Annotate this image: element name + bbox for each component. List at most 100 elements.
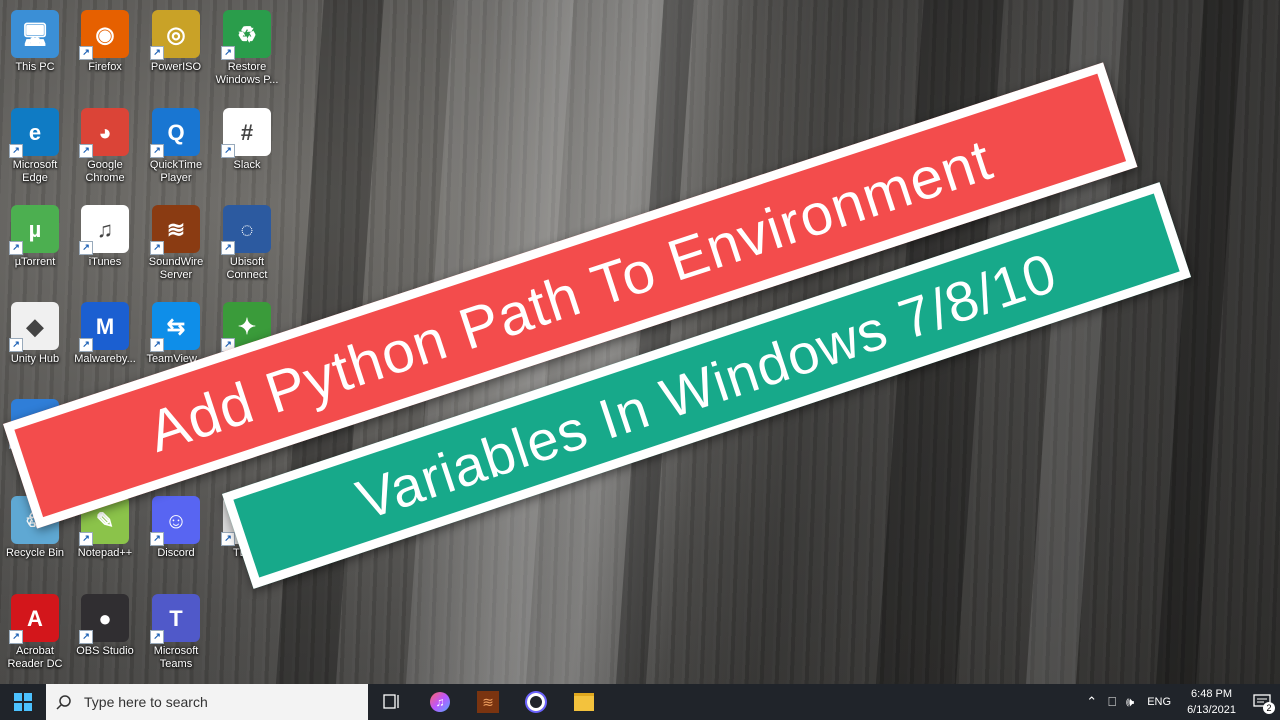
shortcut-arrow-icon: ↗ [150, 630, 164, 644]
start-button[interactable] [0, 684, 46, 720]
taskbar-file-explorer[interactable] [560, 684, 608, 720]
taskbar-itunes[interactable]: ♫ [416, 684, 464, 720]
desktop-icon-label: Recycle Bin [5, 547, 65, 559]
app-icon: ◆ ↗ [9, 302, 59, 352]
desktop-icon[interactable]: ◌ ↗ Ubisoft Connect [212, 199, 282, 295]
ubisoft-icon [527, 693, 545, 711]
app-icon: T ↗ [150, 594, 200, 644]
desktop-icon-label: Restore Windows P... [215, 61, 279, 86]
taskbar-soundwire[interactable]: ≋ [464, 684, 512, 720]
desktop-icon[interactable]: ≋ ↗ SoundWire Server [141, 199, 211, 295]
chevron-up-icon[interactable]: ⌃ [1080, 694, 1103, 710]
taskbar: Type here to search ♫ ≋ ⌃ ⎕ 🕪 ENG 6:48 P… [0, 684, 1280, 720]
desktop-icon-label: Unity Hub [10, 353, 60, 365]
folder-icon [574, 693, 594, 711]
desktop-icon[interactable]: ☺ ↗ Discord [141, 490, 211, 586]
desktop-icon[interactable]: ◉ ↗ Firefox [70, 4, 140, 100]
desktop-icon[interactable]: e ↗ Microsoft Edge [0, 102, 70, 198]
desktop-icon-label: This PC [15, 61, 55, 73]
app-icon: µ ↗ [9, 205, 59, 255]
desktop-icon[interactable]: # ↗ Slack [212, 102, 282, 198]
app-icon: e ↗ [9, 108, 59, 158]
network-icon[interactable]: ⎕ [1103, 694, 1121, 710]
shortcut-arrow-icon: ↗ [79, 144, 93, 158]
app-icon: M ↗ [79, 302, 129, 352]
app-icon: ◎ ↗ [150, 10, 200, 60]
shortcut-arrow-icon: ↗ [150, 338, 164, 352]
shortcut-arrow-icon: ↗ [221, 241, 235, 255]
language-indicator[interactable]: ENG [1139, 696, 1179, 708]
app-icon: ♫ ↗ [79, 205, 129, 255]
shortcut-arrow-icon: ↗ [79, 338, 93, 352]
app-icon: ☺ ↗ [150, 496, 200, 546]
app-icon: 🖥 [11, 10, 59, 58]
app-icon: ≋ ↗ [150, 205, 200, 255]
search-placeholder: Type here to search [84, 694, 208, 710]
shortcut-arrow-icon: ↗ [221, 144, 235, 158]
itunes-icon: ♫ [430, 692, 450, 712]
desktop-icon[interactable]: ● ↗ OBS Studio [70, 588, 140, 684]
desktop-icon[interactable]: ♻ ↗ Restore Windows P... [212, 4, 282, 100]
shortcut-arrow-icon: ↗ [221, 532, 235, 546]
desktop-icon-label: Microsoft Edge [12, 159, 58, 184]
shortcut-arrow-icon: ↗ [79, 46, 93, 60]
desktop-icon-label: Malwareby... [74, 353, 136, 365]
task-view-icon [383, 694, 399, 709]
system-tray: ⌃ ⎕ 🕪 ENG 6:48 PM 6/13/2021 2 [1080, 684, 1280, 720]
search-icon [56, 695, 71, 710]
app-icon: ♻ ↗ [221, 10, 271, 60]
taskbar-ubisoft[interactable] [512, 684, 560, 720]
shortcut-arrow-icon: ↗ [79, 241, 93, 255]
desktop-icon-label: PowerISO [150, 61, 202, 73]
shortcut-arrow-icon: ↗ [9, 241, 23, 255]
task-view-button[interactable] [368, 684, 416, 720]
desktop-icon[interactable]: 🖥 This PC [0, 4, 70, 100]
app-icon: ● ↗ [79, 594, 129, 644]
desktop-icon-label: OBS Studio [76, 645, 134, 657]
taskbar-search-box[interactable]: Type here to search [46, 684, 368, 720]
desktop-icon-label: QuickTime Player [149, 159, 203, 184]
shortcut-arrow-icon: ↗ [221, 46, 235, 60]
notification-badge: 2 [1263, 702, 1275, 714]
desktop-icon-label: Notepad++ [77, 547, 133, 559]
desktop-icon-label: Slack [233, 159, 261, 171]
desktop-icon-label: µTorrent [14, 256, 56, 268]
desktop-icon-label: Discord [157, 547, 195, 559]
desktop-icon[interactable]: ◆ ↗ Unity Hub [0, 296, 70, 392]
desktop-icon-label: Microsoft Teams [153, 645, 199, 670]
action-center-button[interactable]: 2 [1244, 684, 1280, 720]
app-icon: ◌ ↗ [221, 205, 271, 255]
clock-time: 6:48 PM [1191, 688, 1233, 700]
desktop-icon[interactable]: ♫ ↗ iTunes [70, 199, 140, 295]
shortcut-arrow-icon: ↗ [9, 630, 23, 644]
shortcut-arrow-icon: ↗ [150, 241, 164, 255]
app-icon: # ↗ [221, 108, 271, 158]
desktop-icon-label: iTunes [88, 256, 122, 268]
windows-logo-icon [14, 693, 32, 711]
desktop-icon[interactable]: M ↗ Malwareby... [70, 296, 140, 392]
desktop-icon-label: Google Chrome [85, 159, 125, 184]
shortcut-arrow-icon: ↗ [150, 46, 164, 60]
desktop-icon[interactable]: A ↗ Acrobat Reader DC [0, 588, 70, 684]
clock[interactable]: 6:48 PM 6/13/2021 [1179, 686, 1244, 718]
app-icon: ◉ ↗ [79, 10, 129, 60]
app-icon: A ↗ [9, 594, 59, 644]
shortcut-arrow-icon: ↗ [150, 144, 164, 158]
desktop-icon-label: Acrobat Reader DC [7, 645, 63, 670]
clock-date: 6/13/2021 [1187, 704, 1236, 716]
desktop-icon[interactable]: T ↗ Microsoft Teams [141, 588, 211, 684]
shortcut-arrow-icon: ↗ [79, 532, 93, 546]
wallpaper-shadow [1154, 0, 1246, 684]
volume-icon[interactable]: 🕪 [1121, 694, 1139, 710]
desktop-icon-label: Ubisoft Connect [226, 256, 268, 281]
desktop-icon[interactable]: µ ↗ µTorrent [0, 199, 70, 295]
desktop-icon[interactable]: Q ↗ QuickTime Player [141, 102, 211, 198]
shortcut-arrow-icon: ↗ [9, 338, 23, 352]
desktop-icon[interactable]: ◎ ↗ PowerISO [141, 4, 211, 100]
desktop-icon[interactable]: ◕ ↗ Google Chrome [70, 102, 140, 198]
app-icon: Q ↗ [150, 108, 200, 158]
shortcut-arrow-icon: ↗ [79, 630, 93, 644]
app-icon: ◕ ↗ [79, 108, 129, 158]
shortcut-arrow-icon: ↗ [9, 144, 23, 158]
desktop-icon-label: Firefox [88, 61, 122, 73]
